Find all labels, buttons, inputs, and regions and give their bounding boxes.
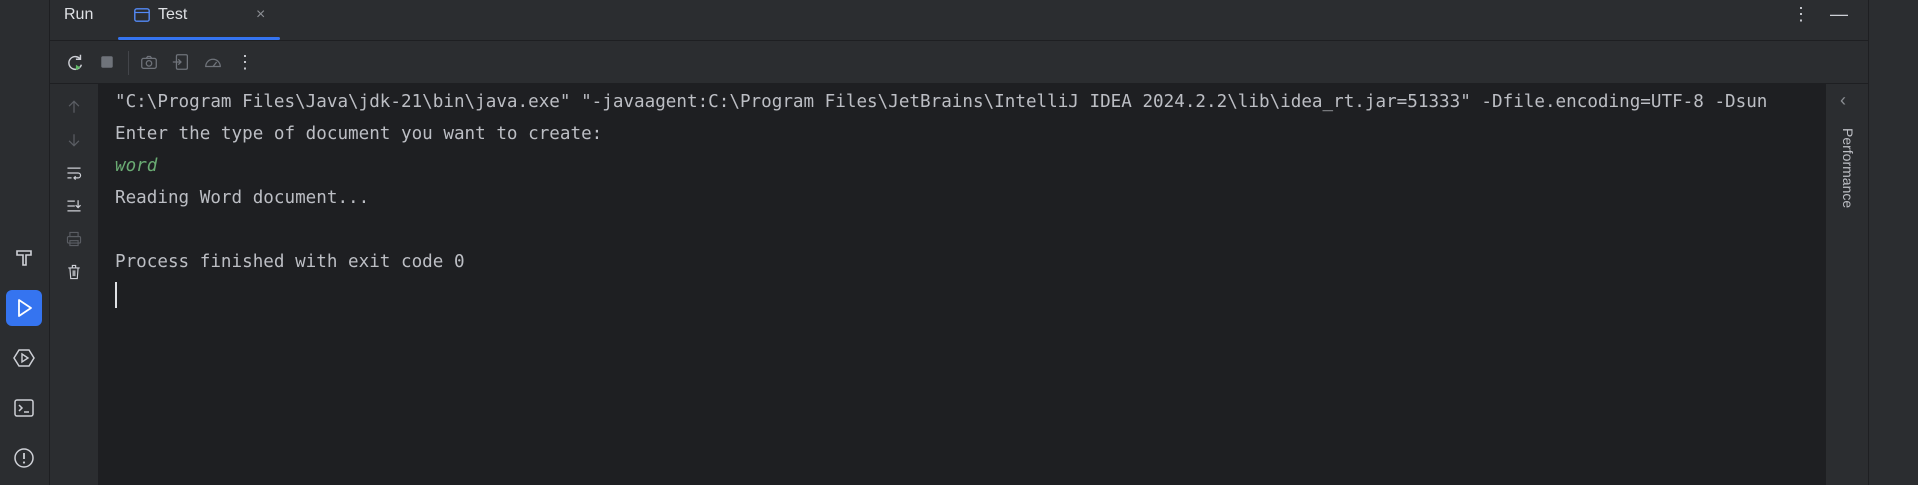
right-side-panel: ‹ Performance (1826, 84, 1868, 485)
soft-wrap-icon[interactable] (63, 162, 85, 184)
console-line-command: "C:\Program Files\Java\jdk-21\bin\java.e… (115, 92, 1768, 112)
run-toolbar: ⋮ (50, 41, 1868, 83)
run-window-title: Run (64, 6, 94, 23)
run-window-header: Run Test × ⋮ — (50, 0, 1868, 41)
terminal-icon[interactable] (6, 390, 42, 426)
more-actions-icon[interactable]: ⋮ (234, 51, 256, 73)
toolbar-divider (128, 51, 129, 75)
text-caret (115, 282, 117, 308)
tab-label: Test (158, 6, 188, 23)
tab-test[interactable]: Test × (118, 0, 280, 40)
services-icon[interactable] (6, 340, 42, 376)
scroll-to-end-icon[interactable] (63, 195, 85, 217)
console-line-user-input: word (115, 156, 158, 176)
more-options-icon[interactable]: ⋮ (1792, 4, 1810, 25)
console-output[interactable]: "C:\Program Files\Java\jdk-21\bin\java.e… (98, 84, 1826, 485)
trash-icon[interactable] (63, 261, 85, 283)
problems-icon[interactable] (6, 440, 42, 476)
minimize-icon[interactable]: — (1830, 4, 1848, 25)
right-tool-strip (1868, 0, 1918, 485)
stop-icon[interactable] (96, 51, 118, 73)
print-icon[interactable] (63, 228, 85, 250)
build-hammer-icon[interactable] (6, 240, 42, 276)
profiler-icon[interactable] (202, 51, 224, 73)
performance-tab[interactable]: Performance (1840, 128, 1856, 208)
close-icon[interactable]: × (256, 6, 265, 24)
console-window-icon (134, 8, 150, 22)
console-line-exit: Process finished with exit code 0 (115, 252, 465, 272)
attach-icon[interactable] (170, 51, 192, 73)
rerun-icon[interactable] (64, 51, 86, 73)
console-line-output: Reading Word document... (115, 188, 370, 208)
arrow-down-icon[interactable] (63, 129, 85, 151)
arrow-up-icon[interactable] (63, 96, 85, 118)
camera-icon[interactable] (138, 51, 160, 73)
run-tool-icon[interactable] (6, 290, 42, 326)
console-gutter (50, 84, 98, 485)
active-tab-indicator (118, 37, 280, 40)
left-tool-strip (0, 0, 50, 485)
chevron-left-icon[interactable]: ‹ (1840, 90, 1846, 111)
console-line-prompt: Enter the type of document you want to c… (115, 124, 603, 144)
